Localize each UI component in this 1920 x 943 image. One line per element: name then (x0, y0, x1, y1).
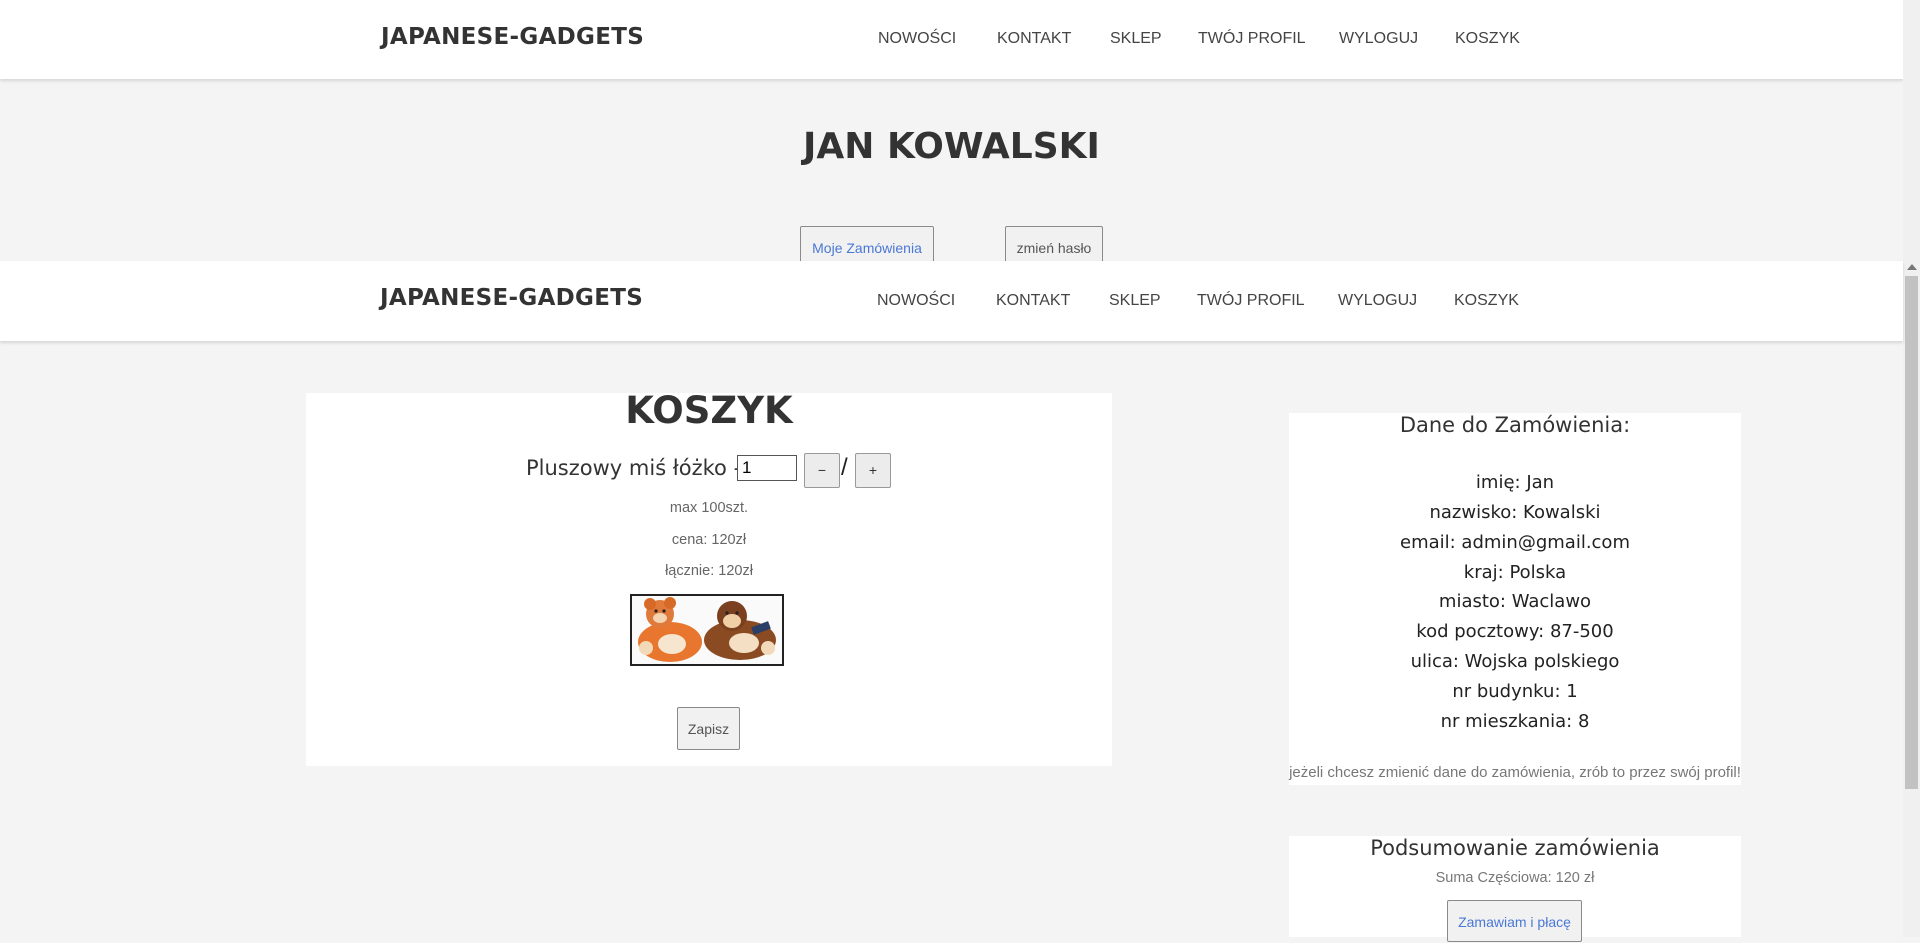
nav-item-koszyk[interactable]: KOSZYK (1455, 30, 1520, 48)
increase-quantity-button[interactable]: + (855, 453, 891, 488)
nav-item-twoj-profil[interactable]: TWÓJ PROFIL (1197, 292, 1305, 310)
order-data-note: jeżeli chcesz zmienić dane do zamówienia… (1289, 764, 1741, 781)
navbar: JAPANESE-GADGETS NOWOŚCI KONTAKT SKLEP T… (0, 261, 1903, 341)
brand-logo[interactable]: JAPANESE-GADGETS (380, 285, 643, 311)
order-data-postal-code: kod pocztowy: 87-500 (1416, 621, 1614, 642)
nav-item-nowosci[interactable]: NOWOŚCI (877, 292, 955, 310)
order-summary-title: Podsumowanie zamówienia (1370, 836, 1660, 860)
nav-item-kontakt[interactable]: KONTAKT (996, 292, 1070, 310)
order-and-pay-button[interactable]: Zamawiam i płacę (1447, 900, 1582, 942)
nav-item-wyloguj[interactable]: WYLOGUJ (1339, 30, 1418, 48)
nav-item-nowosci[interactable]: NOWOŚCI (878, 30, 956, 48)
profile-name: JAN KOWALSKI (803, 126, 1100, 167)
total-text: łącznie: 120zł (665, 563, 753, 579)
brand-logo[interactable]: JAPANESE-GADGETS (381, 24, 644, 50)
save-button[interactable]: Zapisz (677, 707, 740, 750)
order-data-city: miasto: Waclawo (1438, 591, 1592, 612)
order-data-last-name: nazwisko: Kowalski (1429, 502, 1601, 523)
cart-title: KOSZYK (625, 389, 793, 432)
order-data-email: email: admin@gmail.com (1400, 532, 1630, 553)
navbar-background: JAPANESE-GADGETS NOWOŚCI KONTAKT SKLEP T… (0, 0, 1903, 79)
product-name: Pluszowy miś łóżko - (526, 456, 742, 480)
quantity-input[interactable] (737, 455, 797, 481)
order-data-title: Dane do Zamówienia: (1399, 413, 1631, 437)
nav-item-twoj-profil[interactable]: TWÓJ PROFIL (1198, 30, 1306, 48)
order-data-panel: Dane do Zamówienia: imię: Jan nazwisko: … (1289, 413, 1741, 785)
nav-item-sklep[interactable]: SKLEP (1110, 30, 1162, 48)
price-text: cena: 120zł (671, 532, 747, 548)
order-data-building-number: nr budynku: 1 (1452, 681, 1578, 702)
order-data-first-name: imię: Jan (1475, 472, 1555, 493)
plush-teddy-bears-image (630, 594, 784, 666)
max-quantity-text: max 100szt. (669, 500, 749, 516)
page-scrollbar[interactable] (1903, 0, 1920, 937)
nav-item-koszyk[interactable]: KOSZYK (1454, 292, 1519, 310)
quantity-separator: / (841, 454, 848, 481)
order-data-apartment-number: nr mieszkania: 8 (1440, 711, 1590, 732)
order-data-street: ulica: Wojska polskiego (1410, 651, 1620, 672)
nav-item-sklep[interactable]: SKLEP (1109, 292, 1161, 310)
subtotal-text: Suma Częściowa: 120 zł (1435, 870, 1595, 886)
nav-item-kontakt[interactable]: KONTAKT (997, 30, 1071, 48)
my-orders-button[interactable]: Moje Zamówienia (800, 226, 934, 264)
nav-item-wyloguj[interactable]: WYLOGUJ (1338, 292, 1417, 310)
cart-panel: KOSZYK Pluszowy miś łóżko - − / + max 10… (306, 389, 1112, 766)
scrollbar-thumb[interactable] (1905, 276, 1918, 789)
order-data-country: kraj: Polska (1463, 562, 1567, 583)
change-password-button[interactable]: zmień hasło (1005, 226, 1103, 264)
order-summary-panel: Podsumowanie zamówienia Suma Częściowa: … (1289, 836, 1741, 942)
scroll-up-arrow-icon[interactable] (1907, 264, 1917, 270)
decrease-quantity-button[interactable]: − (804, 453, 840, 488)
